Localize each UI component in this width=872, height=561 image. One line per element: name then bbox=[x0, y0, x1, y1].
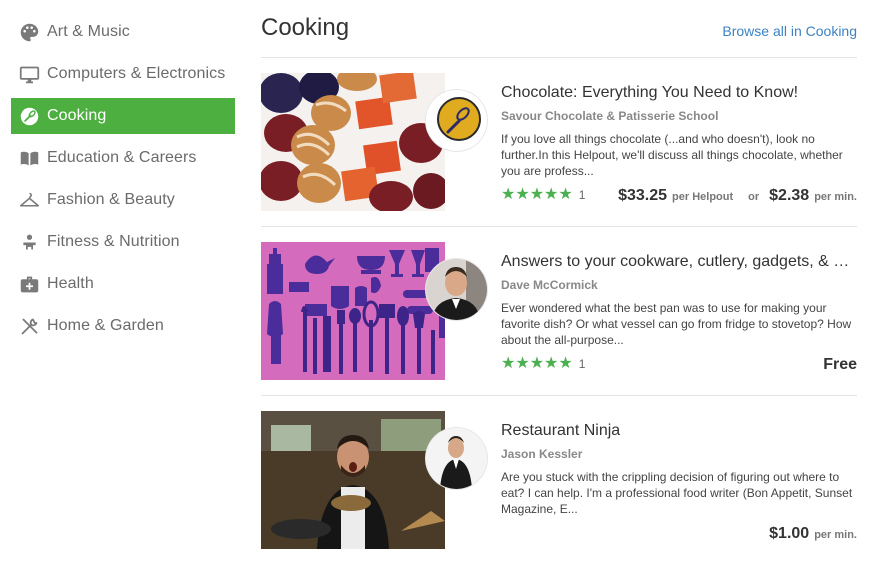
tools-icon bbox=[18, 315, 40, 337]
divider bbox=[261, 57, 857, 58]
helpout-card[interactable]: Answers to your cookware, cutlery, gadge… bbox=[261, 242, 857, 380]
star-rating-icon: ★★★★★ bbox=[501, 186, 573, 203]
hanger-icon bbox=[18, 189, 40, 211]
price-info: Free bbox=[823, 356, 857, 374]
sidebar-item-label: Health bbox=[47, 275, 94, 292]
helpout-card[interactable]: Chocolate: Everything You Need to Know! … bbox=[261, 73, 857, 211]
divider bbox=[261, 395, 857, 396]
page-title: Cooking bbox=[261, 14, 350, 41]
sidebar-item-education-careers[interactable]: Education & Careers bbox=[11, 140, 235, 176]
card-title[interactable]: Chocolate: Everything You Need to Know! bbox=[501, 84, 857, 102]
card-description: Ever wondered what the best pan was to u… bbox=[501, 301, 852, 347]
rating: ★★★★★ 1 bbox=[501, 356, 585, 372]
fitness-person-icon bbox=[18, 231, 40, 253]
card-thumbnail[interactable] bbox=[261, 411, 445, 549]
rating-count: 1 bbox=[578, 188, 586, 202]
sidebar-item-label: Cooking bbox=[47, 107, 107, 124]
price-info: $1.00 per min. bbox=[769, 525, 857, 543]
card-author[interactable]: Jason Kessler bbox=[501, 447, 582, 461]
helpout-card[interactable]: Restaurant Ninja Jason Kessler Are you s… bbox=[261, 411, 857, 549]
star-rating-icon: ★★★★★ bbox=[501, 355, 573, 372]
or-label: or bbox=[748, 191, 760, 203]
author-avatar[interactable] bbox=[426, 428, 487, 489]
price-info: $33.25 per Helpout or $2.38 per min. bbox=[618, 187, 857, 205]
rating: ★★★★★ 1 bbox=[501, 187, 585, 203]
monitor-icon bbox=[18, 63, 40, 85]
sidebar-item-art-music[interactable]: Art & Music bbox=[11, 14, 235, 50]
sidebar-item-label: Art & Music bbox=[47, 23, 130, 40]
card-description: If you love all things chocolate (...and… bbox=[501, 132, 843, 178]
sidebar-item-home-garden[interactable]: Home & Garden bbox=[11, 308, 235, 344]
sidebar-item-label: Fitness & Nutrition bbox=[47, 233, 180, 250]
category-sidebar: Art & Music Computers & Electronics Cook… bbox=[0, 0, 245, 561]
card-author[interactable]: Savour Chocolate & Patisserie School bbox=[501, 109, 718, 123]
author-avatar[interactable] bbox=[426, 259, 487, 320]
browse-all-link[interactable]: Browse all in Cooking bbox=[722, 23, 857, 39]
sidebar-item-label: Education & Careers bbox=[47, 149, 197, 166]
price-unit: per min. bbox=[814, 529, 857, 541]
card-title[interactable]: Restaurant Ninja bbox=[501, 422, 857, 440]
sidebar-item-label: Fashion & Beauty bbox=[47, 191, 175, 208]
sidebar-item-computers-electronics[interactable]: Computers & Electronics bbox=[11, 56, 235, 92]
sidebar-item-cooking[interactable]: Cooking bbox=[11, 98, 235, 134]
price: $1.00 bbox=[769, 525, 810, 542]
price: $33.25 bbox=[618, 187, 668, 204]
rating-count: 1 bbox=[578, 357, 586, 371]
card-title[interactable]: Answers to your cookware, cutlery, gadge… bbox=[501, 253, 857, 271]
open-book-icon bbox=[18, 147, 40, 169]
card-thumbnail[interactable] bbox=[261, 73, 445, 211]
palette-icon bbox=[18, 21, 40, 43]
price-unit: per Helpout bbox=[672, 191, 734, 203]
cooking-whisk-icon bbox=[18, 105, 40, 127]
sidebar-item-label: Computers & Electronics bbox=[47, 65, 226, 82]
author-avatar[interactable] bbox=[426, 90, 487, 151]
divider bbox=[261, 226, 857, 227]
sidebar-item-health[interactable]: Health bbox=[11, 266, 235, 302]
card-thumbnail[interactable] bbox=[261, 242, 445, 380]
sidebar-item-label: Home & Garden bbox=[47, 317, 164, 334]
price-alt-unit: per min. bbox=[814, 191, 857, 203]
sidebar-item-fitness-nutrition[interactable]: Fitness & Nutrition bbox=[11, 224, 235, 260]
card-description: Are you stuck with the crippling decisio… bbox=[501, 470, 853, 516]
sidebar-item-fashion-beauty[interactable]: Fashion & Beauty bbox=[11, 182, 235, 218]
price-alt: $2.38 bbox=[769, 187, 810, 204]
card-author[interactable]: Dave McCormick bbox=[501, 278, 598, 292]
price: Free bbox=[823, 356, 857, 373]
medical-kit-icon bbox=[18, 273, 40, 295]
